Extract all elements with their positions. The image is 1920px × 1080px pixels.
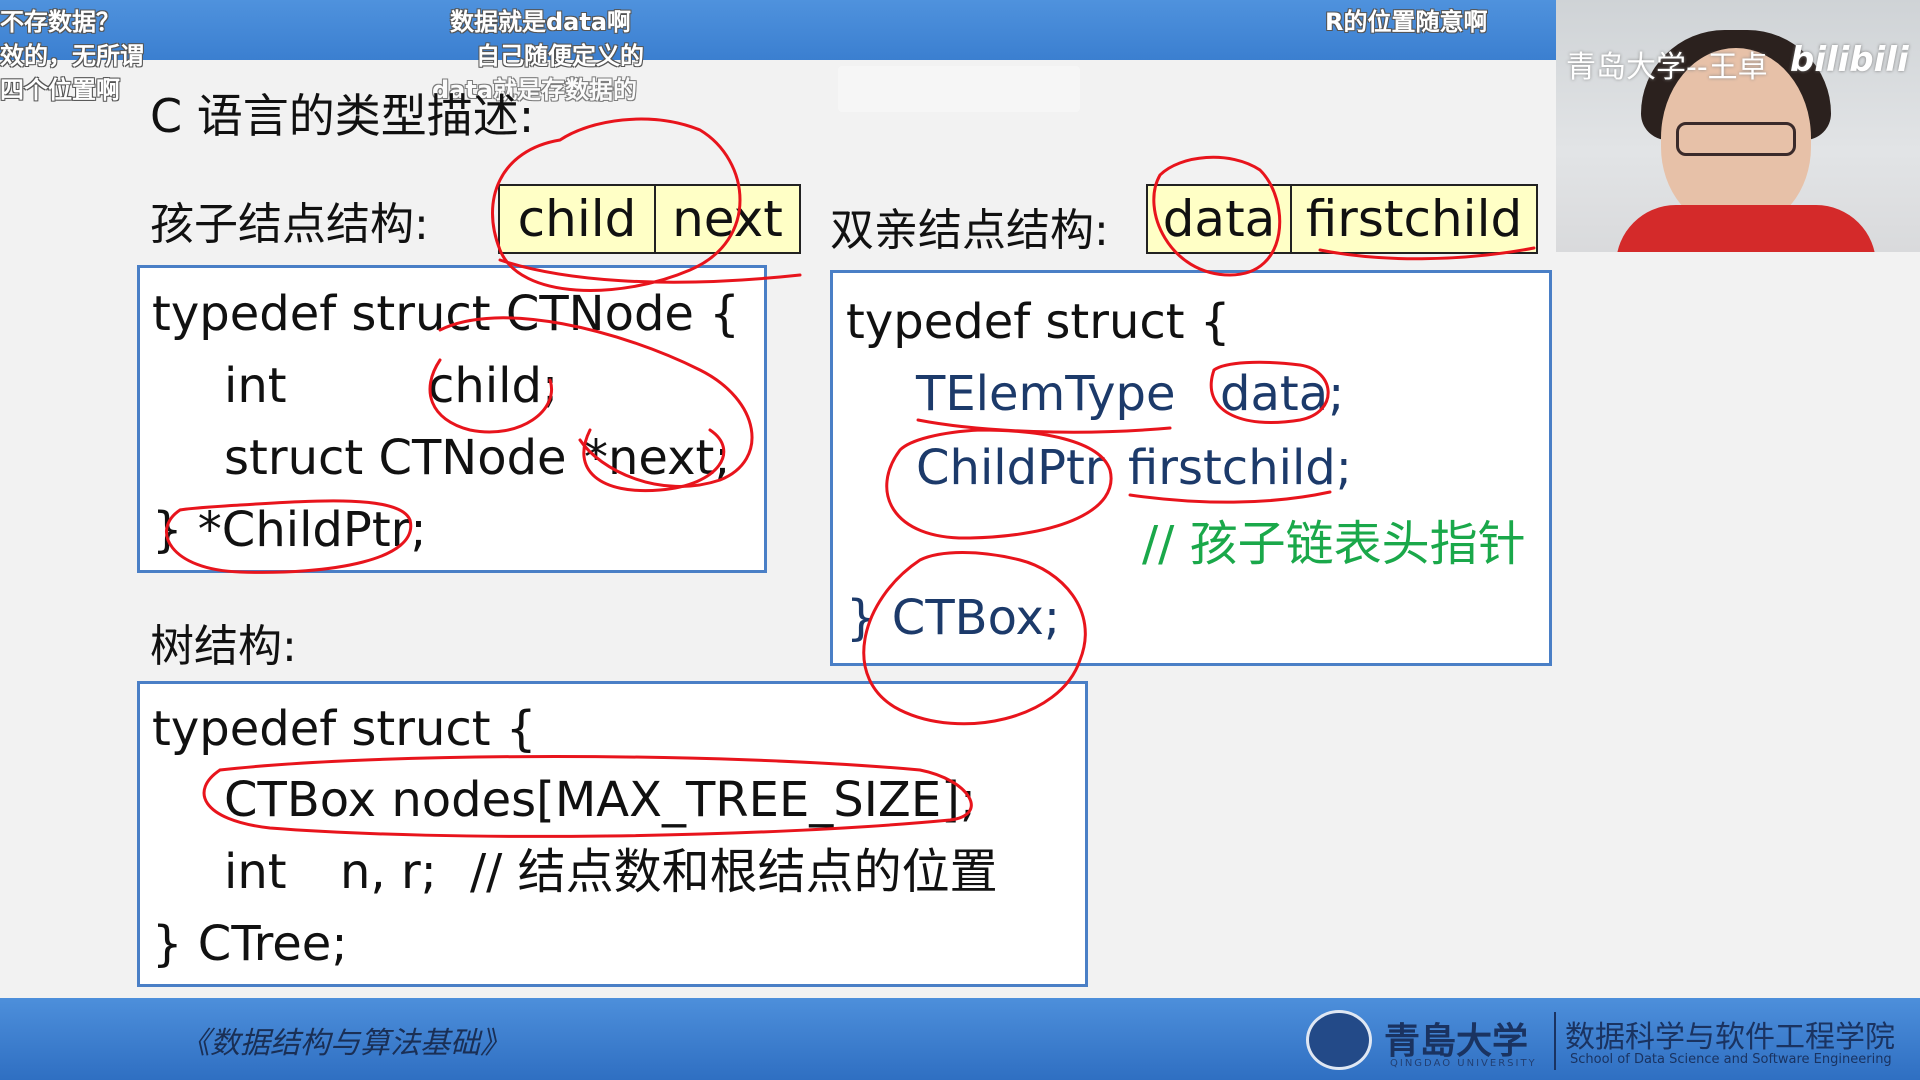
- danmaku-comment: 不存数据？: [0, 8, 120, 36]
- university-name: 青島大学: [1384, 1020, 1529, 1062]
- code-field: n, r;: [340, 844, 437, 900]
- firstchild-cell: firstchild: [1290, 184, 1538, 254]
- code-line: typedef struct {: [846, 294, 1231, 350]
- code-comment: // 结点数和根结点的位置: [470, 844, 998, 900]
- danmaku-comment: 效的，无所谓: [0, 42, 144, 70]
- code-field: *next;: [584, 430, 731, 486]
- code-line: } *ChildPtr;: [152, 502, 427, 558]
- code-field: firstchild;: [1128, 440, 1352, 496]
- university-name-en: QINGDAO UNIVERSITY: [1390, 1058, 1537, 1069]
- presenter-caption: 青岛大学--王卓: [1566, 50, 1768, 85]
- danmaku-comment: R的位置随意啊: [1325, 8, 1488, 36]
- code-type: ChildPtr: [916, 440, 1105, 496]
- footer-divider: [1554, 1012, 1556, 1070]
- presenter-glasses: [1676, 122, 1796, 156]
- slide-header-bar: [0, 0, 1556, 60]
- child-cell: child: [498, 184, 656, 254]
- tree-structure-label: 树结构:: [150, 621, 297, 672]
- code-comment: // 孩子链表头指针: [1142, 516, 1526, 572]
- next-cell: next: [654, 184, 801, 254]
- school-name-en: School of Data Science and Software Engi…: [1570, 1052, 1892, 1067]
- data-cell: data: [1146, 184, 1292, 254]
- danmaku-comment: 自己随便定义的: [476, 42, 644, 70]
- code-type: TElemType: [916, 366, 1176, 422]
- school-name-cn: 数据科学与软件工程学院: [1565, 1020, 1895, 1055]
- code-line: typedef struct CTNode {: [152, 286, 740, 342]
- book-title: 《数据结构与算法基础》: [180, 1026, 510, 1061]
- code-line: } CTBox;: [846, 590, 1061, 646]
- code-field: child;: [428, 358, 559, 414]
- code-line: } CTree;: [152, 916, 348, 972]
- danmaku-comment: 数据就是data啊: [450, 8, 632, 36]
- danmaku-comment: 四个位置啊: [0, 76, 120, 104]
- bilibili-logo: bilibili: [1790, 40, 1909, 80]
- child-node-label: 孩子结点结构:: [150, 199, 429, 250]
- code-line: typedef struct {: [152, 701, 537, 757]
- video-overlay-toolbar[interactable]: [838, 66, 1080, 112]
- parent-node-label: 双亲结点结构:: [830, 205, 1109, 256]
- webcam-overlay: [1556, 0, 1920, 252]
- code-type: int: [224, 844, 287, 900]
- code-type: int: [224, 358, 287, 414]
- code-field: data;: [1220, 366, 1345, 422]
- university-emblem-icon: [1306, 1010, 1372, 1070]
- slide-title: C 语言的类型描述:: [150, 89, 535, 143]
- presenter-shirt: [1616, 205, 1876, 252]
- code-type: struct CTNode: [224, 430, 567, 486]
- code-line: CTBox nodes[MAX_TREE_SIZE];: [224, 772, 977, 828]
